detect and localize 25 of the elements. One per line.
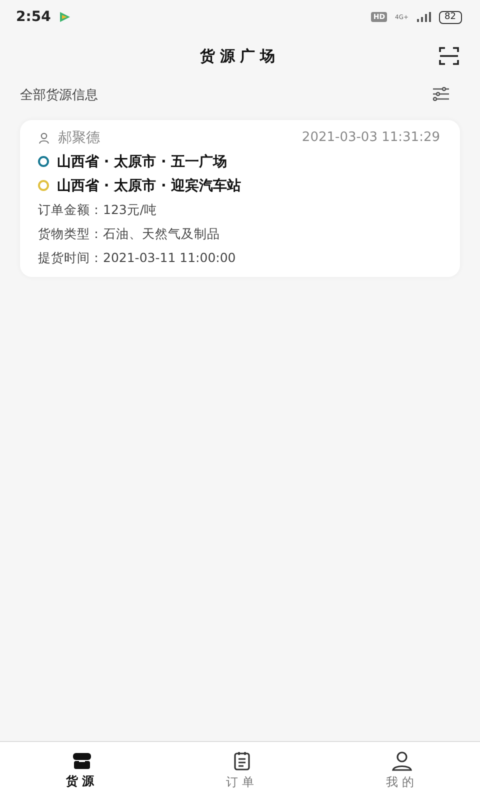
- battery-indicator: 82: [438, 10, 462, 24]
- nav-tab[interactable]: 订单: [160, 742, 320, 800]
- notepad-icon: [232, 751, 252, 771]
- post-time: 2021-03-03 11:31:29: [302, 130, 440, 145]
- page-title: 货源广场: [200, 46, 280, 66]
- user-icon: [391, 751, 413, 771]
- play-icon: [58, 11, 71, 23]
- scan-button[interactable]: [438, 46, 460, 68]
- detail-line: 货物类型：石油、天然气及制品: [38, 225, 221, 243]
- stop-address: 山西省 · 太原市 · 迎宾汽车站: [57, 176, 242, 194]
- shipper-name: 郝聚德: [58, 128, 100, 146]
- detail-line: 提货时间：2021-03-11 11:00:00: [38, 249, 237, 267]
- cargo-card[interactable]: 郝聚德 2021-03-03 11:31:29 山西省 · 太原市 · 五一广场 山西省 · 太原市 · 迎宾汽车站 订单金额：123元/吨 货物类型：石油、天然气及制品 提货时间：2021-03-11 11:00:00: [20, 120, 460, 277]
- filter-button[interactable]: [432, 87, 450, 103]
- shop-icon: [72, 752, 92, 770]
- detail-line: 订单金额：123元/吨: [38, 201, 158, 219]
- status-time: 2:54: [16, 9, 51, 25]
- stop-address: 山西省 · 太原市 · 五一广场: [57, 152, 228, 170]
- nav-tab[interactable]: 货源: [0, 742, 160, 800]
- nav-tab[interactable]: 我的: [320, 742, 480, 800]
- section-title: 全部货源信息: [20, 87, 98, 104]
- scan-icon: [439, 46, 459, 66]
- sliders-icon: [432, 87, 450, 101]
- person-icon: [38, 132, 50, 144]
- signal-icon: [416, 12, 431, 22]
